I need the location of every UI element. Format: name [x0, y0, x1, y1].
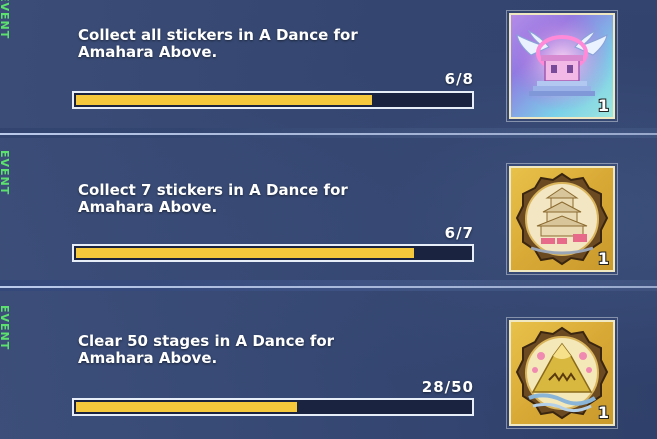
reward-quantity: 1	[597, 403, 609, 422]
mission-description: Clear 50 stages in A Dance for Amahara A…	[78, 332, 335, 367]
event-tag: EVENT	[0, 150, 11, 196]
progress-count: 6/7	[444, 224, 474, 242]
reward-item[interactable]: 1	[506, 163, 618, 275]
reward-item[interactable]: 1	[506, 317, 618, 429]
mission-row[interactable]: EVENT Clear 50 stages in A Dance for Ama…	[0, 291, 657, 439]
progress-bar	[72, 91, 474, 109]
progress-count: 28/50	[421, 378, 474, 396]
mission-row[interactable]: EVENT Collect all stickers in A Dance fo…	[0, 0, 657, 128]
mission-description: Collect all stickers in A Dance for Amah…	[78, 26, 358, 61]
progress-bar	[72, 244, 474, 262]
progress-count: 6/8	[444, 70, 474, 88]
event-tag: EVENT	[0, 0, 11, 40]
progress-bar	[72, 398, 474, 416]
mission-description: Collect 7 stickers in A Dance for Amahar…	[78, 181, 348, 216]
event-tag: EVENT	[0, 305, 11, 351]
progress-bar-fill	[76, 402, 297, 412]
reward-quantity: 1	[597, 249, 609, 268]
divider	[0, 133, 657, 135]
progress-bar-fill	[76, 95, 372, 105]
reward-quantity: 1	[597, 96, 609, 115]
mission-list: EVENT Collect all stickers in A Dance fo…	[0, 0, 657, 439]
divider	[0, 286, 657, 288]
progress-bar-fill	[76, 248, 414, 258]
reward-item[interactable]: 1	[506, 10, 618, 122]
mission-row[interactable]: EVENT Collect 7 stickers in A Dance for …	[0, 138, 657, 280]
